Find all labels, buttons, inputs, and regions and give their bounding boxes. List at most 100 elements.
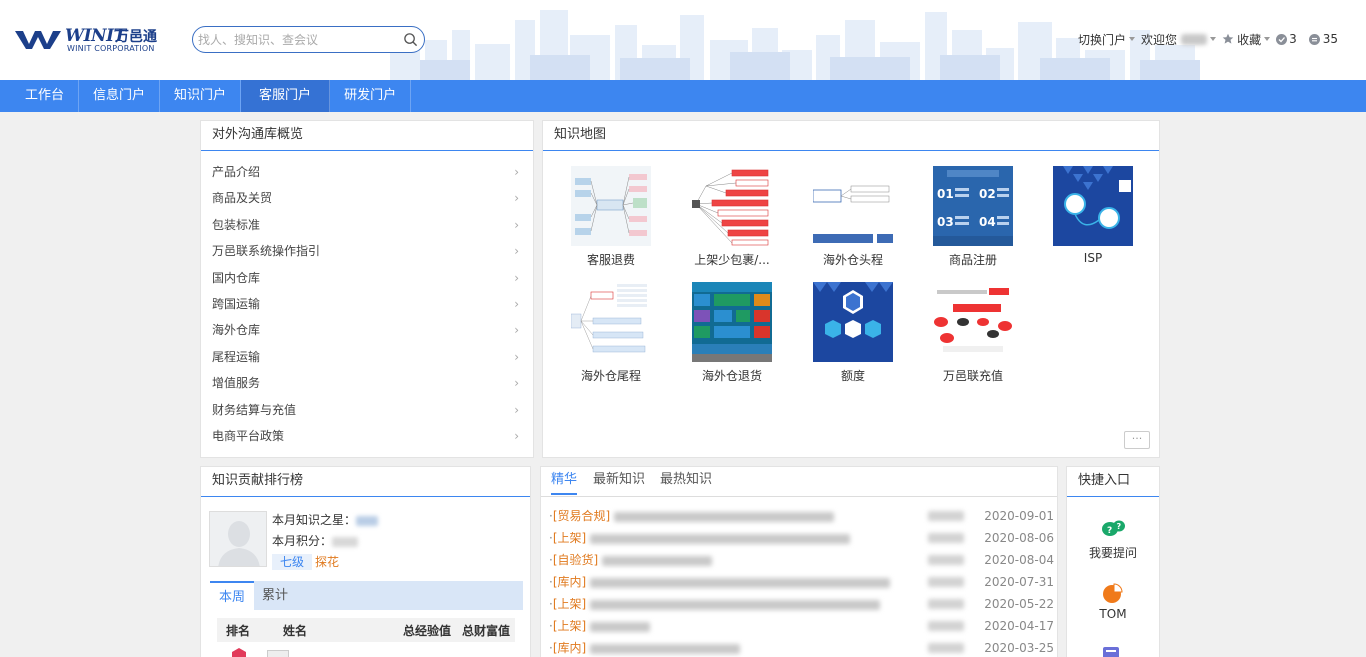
svg-text:04: 04 xyxy=(979,215,996,229)
list-item[interactable]: 国内仓库 › xyxy=(201,265,533,291)
logo-mark-icon xyxy=(15,31,61,49)
chevron-right-icon: › xyxy=(514,217,519,232)
tab-dev-portal[interactable]: 研发门户 xyxy=(330,80,412,112)
hexagon-thumbnail xyxy=(1053,166,1133,246)
list-item[interactable]: 产品介绍 › xyxy=(201,159,533,185)
list-item[interactable]: ·[自验货] 2020-08-04 xyxy=(549,549,1054,571)
list-item[interactable]: 万邑联系统操作指引 › xyxy=(201,238,533,264)
list-item[interactable]: ·[上架] 2020-05-22 xyxy=(549,593,1054,615)
knowledge-map-item[interactable]: 海外仓退货 xyxy=(684,282,780,384)
chevron-right-icon: › xyxy=(514,402,519,417)
svg-text:?: ? xyxy=(1117,522,1122,531)
check-circle-icon xyxy=(1276,33,1288,45)
panel-title: 快捷入口 xyxy=(1067,467,1159,497)
logo-text-cn: 万邑通 xyxy=(115,29,157,45)
tab-latest[interactable]: 最新知识 xyxy=(593,467,645,495)
list-item[interactable]: ·[库内] 2020-07-31 xyxy=(549,571,1054,593)
ranking-panel: 知识贡献排行榜 本月知识之星： 本月积分： 七级 探花 本周 累计 排名 姓名 总… xyxy=(200,466,531,657)
chevron-right-icon: › xyxy=(514,270,519,285)
user-menu[interactable]: 欢迎您 xyxy=(1141,31,1217,48)
ask-question-button[interactable]: ? ? 我要提问 xyxy=(1067,519,1159,561)
flowchart-thumbnail xyxy=(813,166,893,246)
title-redacted xyxy=(590,599,881,610)
chevron-down-icon xyxy=(1210,37,1217,41)
list-item[interactable]: 商品及关贸 › xyxy=(201,185,533,211)
notification-count[interactable]: 3 xyxy=(1276,32,1297,46)
knowledge-map-item[interactable]: 上架少包裹/... xyxy=(684,166,780,268)
list-item[interactable]: ·[库内] 2020-03-25 xyxy=(549,637,1054,657)
chevron-down-icon xyxy=(1264,37,1271,41)
mindmap-thumbnail xyxy=(571,282,651,362)
tab-cumulative[interactable]: 累计 xyxy=(262,581,288,610)
document-icon[interactable] xyxy=(1101,645,1123,657)
mindmap-thumbnail xyxy=(692,166,772,246)
chevron-right-icon: › xyxy=(514,191,519,206)
list-item[interactable]: ·[上架] 2020-08-06 xyxy=(549,527,1054,549)
list-item[interactable]: ·[贸易合规] 2020-09-01 xyxy=(549,505,1054,527)
tab-featured[interactable]: 精华 xyxy=(551,467,578,495)
quick-entry-panel: 快捷入口 ? ? 我要提问 TOM xyxy=(1066,466,1160,657)
list-item[interactable]: 包装标准 › xyxy=(201,212,533,238)
news-tabs: 精华 最新知识 最热知识 xyxy=(541,467,1057,497)
knowledge-map-item[interactable]: 海外仓头程 xyxy=(805,166,901,268)
chevron-down-icon xyxy=(1129,37,1136,41)
chevron-right-icon: › xyxy=(514,376,519,391)
pie-chart-icon xyxy=(1103,583,1123,603)
overview-list: 产品介绍 › 商品及关贸 › 包装标准 › 万邑联系统操作指引 › 国内仓库 › 跨国运输… xyxy=(201,151,533,449)
knowledge-map-item[interactable]: 海外仓尾程 xyxy=(563,282,659,384)
knowledge-map-item[interactable]: 01 02 03 04 商品注册 xyxy=(925,166,1021,268)
hexagon-thumbnail xyxy=(813,282,893,362)
tab-info-portal[interactable]: 信息门户 xyxy=(79,80,161,112)
author-redacted xyxy=(928,511,964,521)
tab-this-week[interactable]: 本周 xyxy=(210,581,254,610)
list-item[interactable]: 尾程运输 › xyxy=(201,344,533,370)
logo[interactable]: WINIT 万邑通 WINIT CORPORATION xyxy=(15,26,165,56)
search-box xyxy=(192,26,425,53)
user-silhouette-icon xyxy=(210,512,266,566)
svg-text:01: 01 xyxy=(937,187,954,201)
tab-service-portal[interactable]: 客服门户 xyxy=(241,80,331,112)
message-count[interactable]: 35 xyxy=(1308,32,1338,46)
list-item[interactable]: 财务结算与充值 › xyxy=(201,397,533,423)
svg-text:?: ? xyxy=(1107,526,1112,536)
avatar[interactable] xyxy=(209,511,267,567)
main-nav: 工作台 信息门户 知识门户 客服门户 研发门户 xyxy=(0,80,1366,112)
author-redacted xyxy=(928,555,964,565)
points-redacted xyxy=(332,536,359,547)
tab-hottest[interactable]: 最热知识 xyxy=(660,467,712,495)
grid-thumbnail: 01 02 03 04 xyxy=(933,166,1013,246)
switch-portal-menu[interactable]: 切换门户 xyxy=(1078,31,1136,48)
chevron-right-icon: › xyxy=(514,244,519,259)
list-item[interactable]: 跨国运输 › xyxy=(201,291,533,317)
knowledge-map-item[interactable]: 额度 xyxy=(805,282,901,384)
list-item[interactable]: 增值服务 › xyxy=(201,370,533,396)
tab-knowledge-portal[interactable]: 知识门户 xyxy=(160,80,242,112)
title-redacted xyxy=(590,621,651,632)
avatar xyxy=(267,650,289,657)
tiles-thumbnail xyxy=(692,282,772,362)
list-item[interactable]: 电商平台政策 › xyxy=(201,423,533,449)
author-redacted xyxy=(928,533,964,543)
level-badge: 七级 探花 xyxy=(272,553,339,570)
panel-title: 对外沟通库概览 xyxy=(201,121,533,151)
monthly-star: 本月知识之星： xyxy=(272,511,379,528)
logo-subtitle: WINIT CORPORATION xyxy=(67,44,155,53)
knowledge-map-item[interactable]: ISP xyxy=(1045,166,1141,265)
favorites-menu[interactable]: 收藏 xyxy=(1222,31,1271,48)
title-redacted xyxy=(590,643,741,654)
author-redacted xyxy=(928,643,964,653)
list-item[interactable]: ·[上架] 2020-04-17 xyxy=(549,615,1054,637)
message-icon xyxy=(1308,33,1320,45)
monthly-points: 本月积分： xyxy=(272,532,359,549)
tab-workbench[interactable]: 工作台 xyxy=(0,80,80,112)
question-chat-icon: ? ? xyxy=(1102,520,1125,536)
flowchart-thumbnail xyxy=(933,282,1013,362)
search-input[interactable] xyxy=(198,30,398,49)
knowledge-map-item[interactable]: 客服退费 xyxy=(563,166,659,268)
search-icon[interactable] xyxy=(403,32,418,47)
knowledge-map-item[interactable]: 万邑联充值 xyxy=(925,282,1021,384)
more-button[interactable]: ··· xyxy=(1124,431,1150,449)
panel-title: 知识地图 xyxy=(543,121,1159,151)
list-item[interactable]: 海外仓库 › xyxy=(201,317,533,343)
tom-button[interactable]: TOM xyxy=(1067,582,1159,621)
